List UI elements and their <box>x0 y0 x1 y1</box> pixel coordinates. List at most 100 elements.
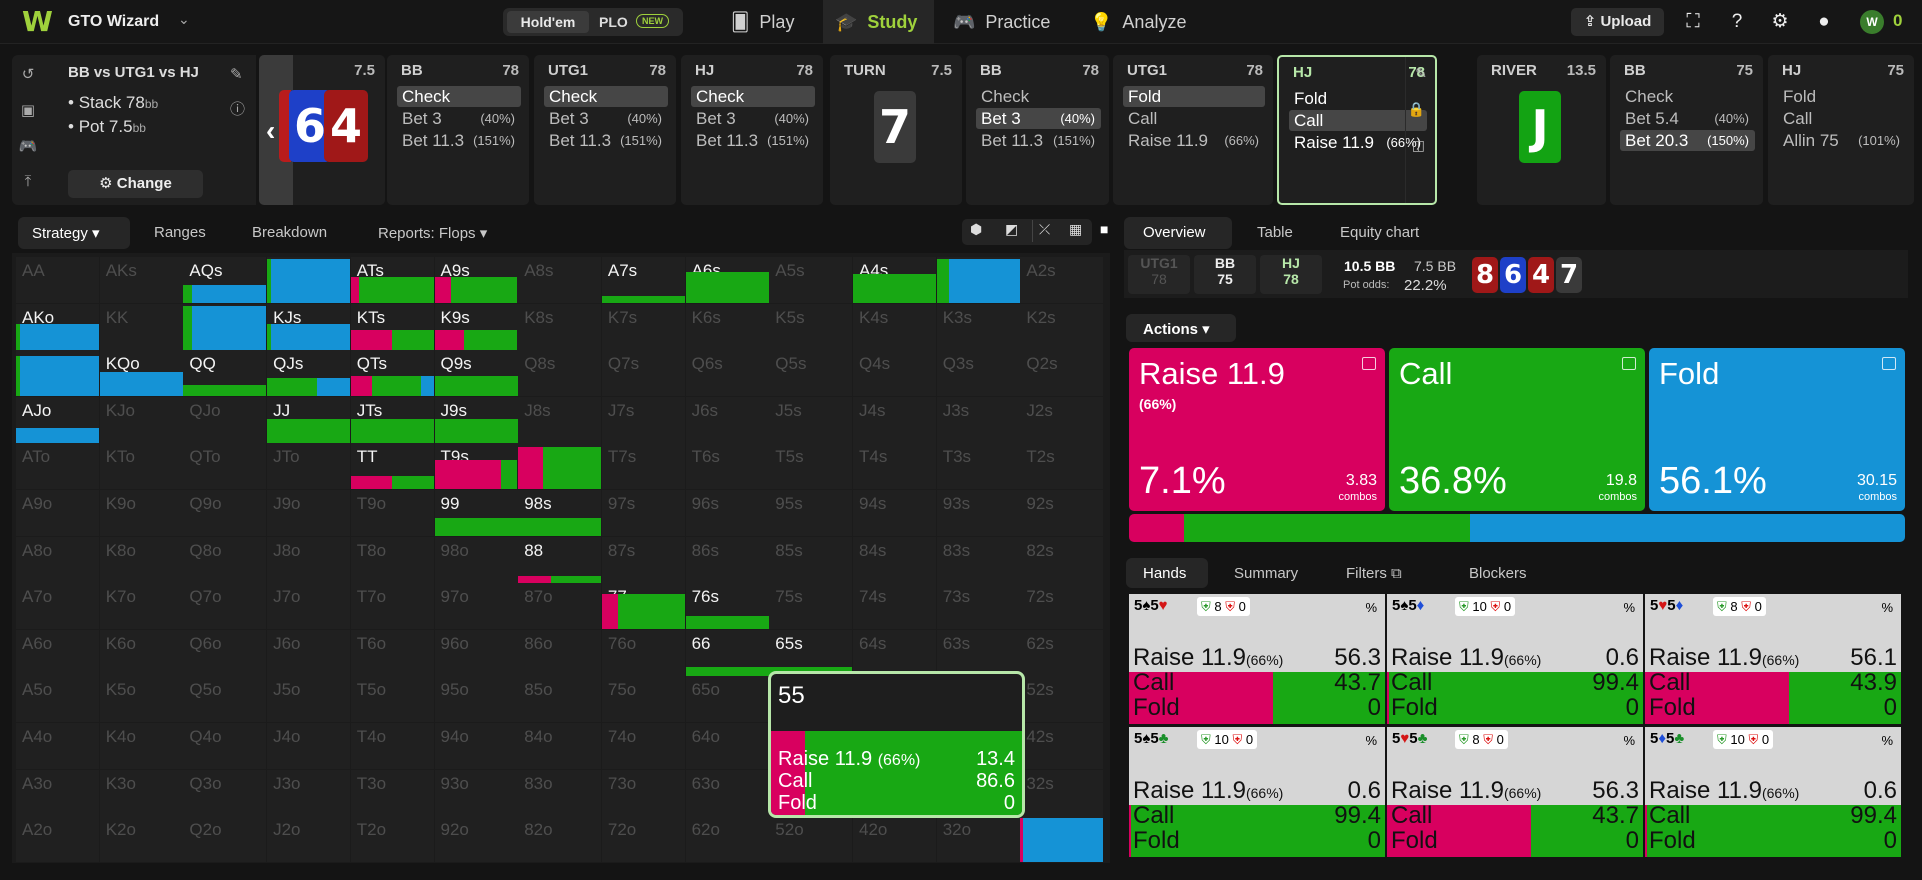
hand-cell-j9s[interactable]: J9s <box>434 396 518 443</box>
hand-cell-a4o[interactable]: A4o <box>16 723 99 769</box>
action-option[interactable]: Fold <box>1289 88 1427 109</box>
hand-cell-52o[interactable]: 52o <box>769 816 853 863</box>
action-option[interactable]: Bet 5.4 (40%) <box>1620 108 1755 129</box>
player-column-hj[interactable]: HJ 78 Check Bet 3 (40%) Bet 11.3 (151%) <box>681 55 823 205</box>
player-hj-chip[interactable]: HJ 78 <box>1260 255 1322 294</box>
gear-icon[interactable]: ⚙ <box>1768 11 1792 35</box>
hand-cell-t6s[interactable]: T6s <box>685 443 769 490</box>
hand-cell-98s[interactable]: 98s <box>518 490 602 536</box>
hand-cell-a9o[interactable]: A9o <box>16 490 99 536</box>
hand-cell-ajs[interactable]: AJs <box>267 257 351 303</box>
hand-cell-q8s[interactable]: Q8s <box>518 350 602 397</box>
lock-icon[interactable]: 🔒 <box>1408 101 1425 118</box>
action-option[interactable]: Bet 11.3 (151%) <box>544 130 668 151</box>
hand-combo-card[interactable]: 5♠5♦ ⛨ 10 ⛨ 0% Raise 11.9(66%) 0.6 Call 99.4 F… <box>1387 594 1643 724</box>
hand-cell-k9s[interactable]: K9s <box>434 303 518 350</box>
hand-cell-k7o[interactable]: K7o <box>99 583 183 630</box>
grid-icon[interactable]: ▦ <box>1069 221 1082 238</box>
holdem-option[interactable]: Hold'em <box>507 11 589 33</box>
hand-cell-j5o[interactable]: J5o <box>267 676 351 723</box>
action-card-raise[interactable]: Raise 11.9 (66%) 7.1% 3.83 combos <box>1129 348 1385 511</box>
action-option[interactable]: Bet 11.3 (151%) <box>397 130 521 151</box>
tab-ranges[interactable]: Ranges <box>154 224 206 241</box>
hand-cell-q8o[interactable]: Q8o <box>183 536 267 583</box>
hand-cell-74s[interactable]: 74s <box>853 583 936 630</box>
hand-combo-card[interactable]: 5♥5♣ ⛨ 8 ⛨ 0% Raise 11.9(66%) 56.3 Call 43.7 F… <box>1387 727 1643 857</box>
hand-cell-t7o[interactable]: T7o <box>350 583 434 630</box>
hand-cell-75o[interactable]: 75o <box>601 676 685 723</box>
hand-cell-t8o[interactable]: T8o <box>350 536 434 583</box>
hand-cell-a2s[interactable]: A2s <box>1020 257 1104 303</box>
hand-cell-j3o[interactable]: J3o <box>267 769 351 816</box>
hand-cell-j5s[interactable]: J5s <box>769 396 853 443</box>
hand-cell-87o[interactable]: 87o <box>518 583 602 630</box>
hand-cell-73s[interactable]: 73s <box>936 583 1020 630</box>
player-column-bb[interactable]: BB 78 Check Bet 3 (40%) Bet 11.3 (151%) <box>387 55 529 205</box>
hand-cell-92s[interactable]: 92s <box>1020 490 1104 536</box>
hand-cell-j7o[interactable]: J7o <box>267 583 351 630</box>
hand-cell-k4o[interactable]: K4o <box>99 723 183 769</box>
hand-cell-kqs[interactable]: KQs <box>183 303 267 350</box>
action-option[interactable]: Call <box>1289 110 1427 131</box>
hand-cell-qq[interactable]: QQ <box>183 350 267 397</box>
hand-cell-88[interactable]: 88 <box>518 536 602 583</box>
tab-overview[interactable]: Overview <box>1143 224 1206 241</box>
tab-breakdown[interactable]: Breakdown <box>252 224 327 241</box>
hand-cell-qjs[interactable]: QJs <box>267 350 351 397</box>
hand-cell-t4s[interactable]: T4s <box>853 443 936 490</box>
player-bb-chip[interactable]: BB 75 <box>1194 255 1256 294</box>
hand-cell-kts[interactable]: KTs <box>350 303 434 350</box>
help-icon[interactable]: ? <box>1725 11 1749 35</box>
cube-icon[interactable]: ⬢ <box>970 221 982 238</box>
hand-combo-card[interactable]: 5♥5♦ ⛨ 8 ⛨ 0% Raise 11.9(66%) 56.1 Call 43.9 F… <box>1645 594 1901 724</box>
nav-study[interactable]: 🎓 Study <box>823 0 934 44</box>
action-option[interactable]: Bet 3 (40%) <box>544 108 668 129</box>
hand-cell-83o[interactable]: 83o <box>518 769 602 816</box>
action-option[interactable]: Raise 11.9 (66%) <box>1123 130 1265 151</box>
hand-cell-86o[interactable]: 86o <box>518 629 602 676</box>
square-icon[interactable]: ■ <box>1100 221 1108 237</box>
hand-cell-85s[interactable]: 85s <box>769 536 853 583</box>
player-column-bb[interactable]: BB 75 Check Bet 5.4 (40%) Bet 20.3 (150%) <box>1610 55 1763 205</box>
player-column-utg1[interactable]: UTG1 78 Check Bet 3 (40%) Bet 11.3 (151%) <box>534 55 676 205</box>
hand-cell-qjo[interactable]: QJo <box>183 396 267 443</box>
gamepad-icon[interactable]: 🎮 <box>18 137 38 157</box>
hand-cell-65s[interactable]: 65s <box>769 629 853 676</box>
hand-cell-62s[interactable]: 62s <box>1020 629 1104 676</box>
contrast-icon[interactable]: ◩ <box>1005 221 1018 238</box>
info-icon[interactable]: ⓘ <box>230 98 245 119</box>
action-option[interactable]: Bet 3 (40%) <box>397 108 521 129</box>
pencil-icon[interactable]: ✎ <box>230 65 243 83</box>
action-option[interactable]: Check <box>397 86 521 107</box>
hand-cell-a8o[interactable]: A8o <box>16 536 99 583</box>
hand-cell-77[interactable]: 77 <box>601 583 685 630</box>
hand-cell-75s[interactable]: 75s <box>769 583 853 630</box>
hand-cell-97s[interactable]: 97s <box>601 490 685 536</box>
hand-cell-k3o[interactable]: K3o <box>99 769 183 816</box>
hand-cell-q4s[interactable]: Q4s <box>853 350 936 397</box>
nav-practice[interactable]: 🎮 Practice <box>953 0 1073 44</box>
action-card-fold[interactable]: Fold 56.1% 30.15 combos <box>1649 348 1905 511</box>
hand-cell-94o[interactable]: 94o <box>434 723 518 769</box>
hand-cell-a3s[interactable]: A3s <box>936 257 1020 303</box>
action-option[interactable]: Bet 3 (40%) <box>691 108 815 129</box>
hand-cell-96o[interactable]: 96o <box>434 629 518 676</box>
pencil-icon[interactable]: ✎ <box>1415 65 1427 82</box>
tab-blockers[interactable]: Blockers <box>1469 565 1527 582</box>
hand-cell-62o[interactable]: 62o <box>685 816 769 863</box>
hand-cell-q6s[interactable]: Q6s <box>685 350 769 397</box>
hand-cell-k8s[interactable]: K8s <box>518 303 602 350</box>
hand-cell-t5s[interactable]: T5s <box>769 443 853 490</box>
hand-cell-a7s[interactable]: A7s <box>601 257 685 303</box>
hand-cell-72s[interactable]: 72s <box>1020 583 1104 630</box>
hand-cell-t9s[interactable]: T9s <box>434 443 518 490</box>
player-column-bb[interactable]: BB 78 Check Bet 3 (40%) Bet 11.3 (151%) <box>966 55 1109 205</box>
hand-cell-k2s[interactable]: K2s <box>1020 303 1104 350</box>
hand-cell-a5s[interactable]: A5s <box>769 257 853 303</box>
hand-cell-k7s[interactable]: K7s <box>601 303 685 350</box>
hand-cell-83s[interactable]: 83s <box>936 536 1020 583</box>
hand-cell-73o[interactable]: 73o <box>601 769 685 816</box>
hand-cell-kjo[interactable]: KJo <box>99 396 183 443</box>
hand-cell-93s[interactable]: 93s <box>936 490 1020 536</box>
player-column-hj[interactable]: HJ 75 Fold Call Allin 75 (101%) <box>1768 55 1914 205</box>
